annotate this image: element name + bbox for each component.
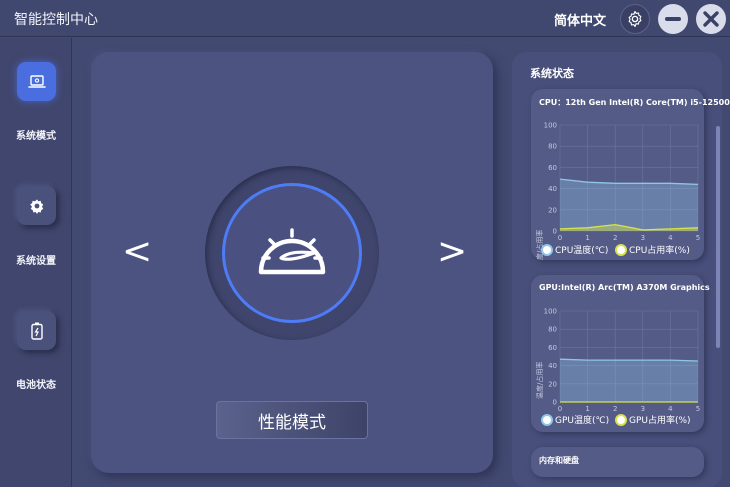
memory-disk-title: 内存和硬盘 [539,456,579,465]
gpu-usage-legend-marker [615,414,627,426]
cpu-chart-ytick: 20 [548,206,557,214]
gpu-usage-legend: GPU占用率(%) [629,414,691,426]
cpu-chart-xtick: 2 [613,234,617,242]
sidebar-label-system-settings: 系统设置 [16,256,56,267]
cpu-temp-legend: CPU温度(℃) [555,244,608,256]
cpu-chart-ytick: 80 [548,143,557,151]
cpu-card: CPU：12th Gen Intel(R) Core(TM) i5-12500H… [531,89,730,261]
cpu-usage-legend-marker [615,244,627,256]
gpu-chart-xtick: 4 [668,405,673,413]
cpu-chart-ytick: 40 [548,185,557,193]
gpu-chart-ylabel: 温度/占用率 [535,362,544,399]
minimize-icon [665,17,681,21]
gpu-series-0-area [560,359,698,402]
gpu-chart-ytick: 0 [553,399,557,407]
gear-icon [29,198,43,214]
language-selector[interactable]: 简体中文 [554,10,606,29]
memory-disk-card: 内存和硬盘 [531,447,704,477]
close-icon [703,11,719,27]
sidebar-label-system-mode: 系统模式 [16,131,56,142]
status-scrollbar[interactable] [716,126,720,348]
cpu-chart-xtick: 4 [668,234,673,242]
gpu-chart-ytick: 20 [548,380,557,388]
cpu-usage-legend: CPU占用率(%) [629,244,690,256]
gpu-chart-ytick: 100 [544,308,557,316]
system-status-title: 系统状态 [530,67,574,80]
gpu-chart-xtick: 0 [558,405,562,413]
gear-icon [628,10,642,28]
gpu-card: GPU:Intel(R) Arc(TM) A370M Graphics 温度/占… [531,275,710,432]
gpu-chart: 温度/占用率 0 20 40 60 80 100 0 1 2 3 4 5 GPU温度(℃) GPU占用… [535,308,700,426]
minimize-button[interactable] [658,4,688,34]
battery-icon [30,322,43,340]
gpu-chart-xtick: 1 [585,405,589,413]
gpu-chart-ytick: 60 [548,344,557,352]
cpu-series-0-area [560,179,698,231]
gpu-temp-legend: GPU温度(℃) [555,414,609,426]
cpu-chart-ytick: 60 [548,164,557,172]
cpu-chart-ytick: 100 [544,122,557,130]
app-title: 智能控制中心 [14,12,98,28]
cpu-chart-xtick: 3 [641,234,645,242]
sidebar-item-system-mode[interactable] [17,62,56,101]
cpu-temp-legend-marker [541,244,553,256]
sidebar-item-battery-status[interactable] [17,311,56,350]
cpu-chart-ylabel: 温度/占用率 [535,230,544,260]
laptop-icon [27,74,46,88]
cpu-chart-xtick: 1 [585,234,589,242]
settings-button[interactable] [620,4,650,34]
close-button[interactable] [696,4,726,34]
next-mode-button[interactable]: > [437,232,467,272]
sidebar-item-system-settings[interactable] [17,186,56,225]
gpu-chart-xtick: 2 [613,405,617,413]
gpu-chart-ytick: 40 [548,362,557,370]
cpu-chart-xtick: 5 [696,234,700,242]
gpu-chart-ytick: 80 [548,326,557,334]
current-mode-label: 性能模式 [216,401,368,439]
cpu-chart-xtick: 0 [558,234,562,242]
speedometer-icon [258,228,326,275]
prev-mode-button[interactable]: < [122,232,152,272]
sidebar-label-battery-status: 电池状态 [16,380,56,391]
gpu-temp-legend-marker [541,414,553,426]
cpu-chart-ytick: 0 [553,228,557,236]
gpu-chart-xtick: 5 [696,405,700,413]
cpu-chart: 温度/占用率 0 20 40 60 80 100 0 1 2 3 4 5 CPU温度(℃) CPU占用… [535,122,700,261]
gpu-chart-xtick: 3 [641,405,645,413]
title-bar: 智能控制中心 简体中文 [0,0,730,37]
